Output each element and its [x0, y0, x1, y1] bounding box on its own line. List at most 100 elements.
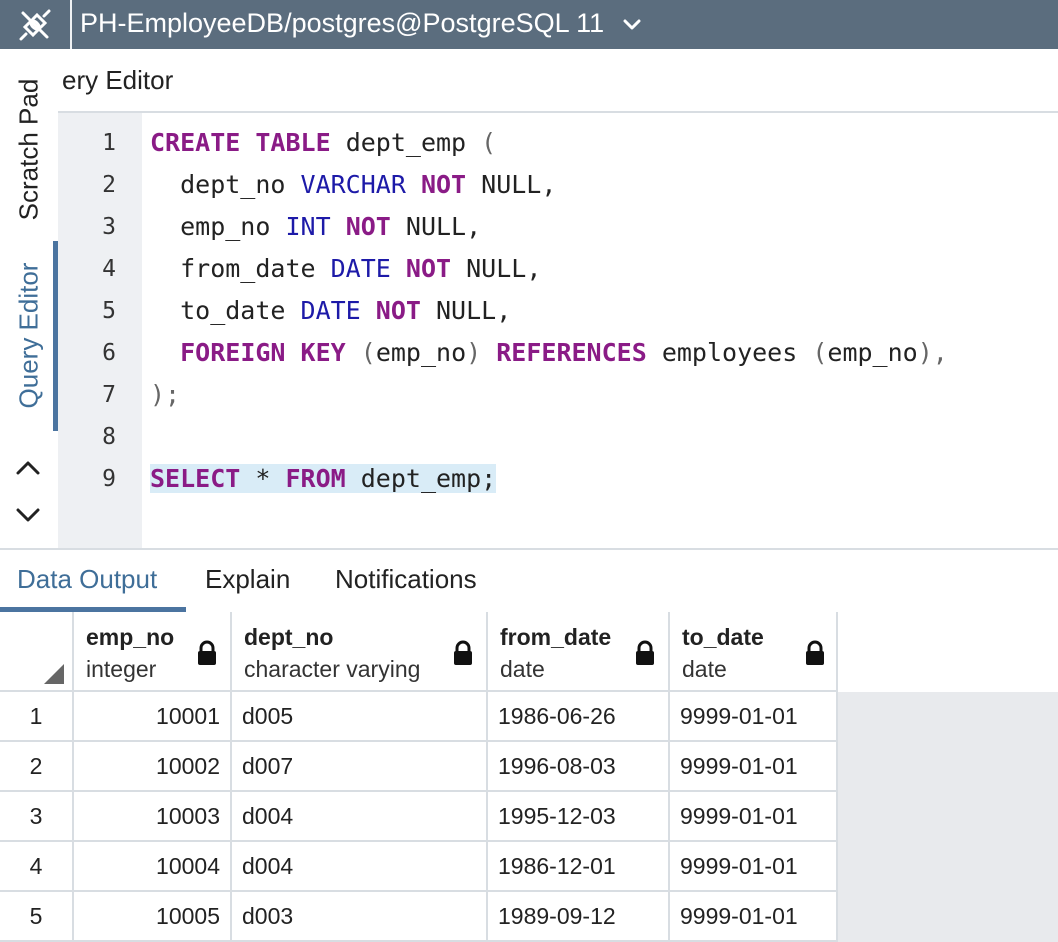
cell-dept-no[interactable]: d007: [232, 742, 488, 792]
cell-emp-no[interactable]: 10003: [74, 792, 232, 842]
grid-empty-area: [838, 692, 1058, 942]
sql-operator: *: [240, 464, 286, 493]
column-type: integer: [86, 656, 157, 682]
code-line-7[interactable]: );: [150, 374, 180, 416]
line-number: 4: [102, 256, 116, 282]
sql-text: NULL,: [451, 254, 542, 283]
tab-notifications[interactable]: Notifications: [335, 564, 477, 595]
row-number[interactable]: 3: [0, 792, 74, 842]
sql-punctuation: ): [466, 338, 482, 367]
cell-to-date[interactable]: 9999-01-01: [670, 742, 838, 792]
table-row[interactable]: 5 10005 d003 1989-09-12 9999-01-01: [0, 892, 838, 942]
table-row[interactable]: 2 10002 d007 1996-08-03 9999-01-01: [0, 742, 838, 792]
cell-to-date[interactable]: 9999-01-01: [670, 842, 838, 892]
cell-to-date[interactable]: 9999-01-01: [670, 892, 838, 942]
column-name: emp_no: [86, 624, 175, 650]
code-line-6[interactable]: FOREIGN KEY (emp_no) REFERENCES employee…: [150, 332, 948, 374]
line-number: 8: [102, 424, 116, 450]
column-type: date: [682, 656, 727, 682]
cell-to-date[interactable]: 9999-01-01: [670, 792, 838, 842]
lock-icon: [454, 640, 472, 665]
column-header-from-date[interactable]: from_date date: [488, 612, 670, 692]
cell-from-date[interactable]: 1986-12-01: [488, 842, 670, 892]
cell-dept-no[interactable]: d004: [232, 792, 488, 842]
sql-identifier: emp_no: [827, 338, 918, 367]
lock-icon: [198, 640, 216, 665]
sql-type: INT: [285, 212, 331, 241]
table-row[interactable]: 1 10001 d005 1986-06-26 9999-01-01: [0, 692, 838, 742]
chevron-up-icon[interactable]: [14, 456, 42, 480]
side-tab-strip: Scratch Pad Query Editor: [0, 49, 58, 548]
column-header-emp-no[interactable]: emp_no integer: [74, 612, 232, 692]
table-row[interactable]: 3 10003 d004 1995-12-03 9999-01-01: [0, 792, 838, 842]
row-number[interactable]: 2: [0, 742, 74, 792]
cell-to-date[interactable]: 9999-01-01: [670, 692, 838, 742]
sql-keyword: NOT: [420, 170, 467, 199]
sql-keyword: CREATE: [150, 128, 241, 157]
select-all-icon[interactable]: [44, 664, 64, 684]
sql-type: DATE: [330, 254, 391, 283]
cell-emp-no[interactable]: 10005: [74, 892, 232, 942]
query-editor-header: ery Editor: [58, 49, 1058, 113]
code-line-1[interactable]: CREATE TABLE dept_emp (: [150, 122, 496, 164]
line-number: 9: [102, 466, 116, 492]
code-line-9[interactable]: SELECT * FROM dept_emp;: [150, 458, 497, 500]
cell-from-date[interactable]: 1996-08-03: [488, 742, 670, 792]
column-type: character varying: [244, 656, 421, 682]
sql-punctuation: (: [481, 128, 497, 157]
sql-keyword: TABLE: [255, 128, 331, 157]
sql-punctuation: ),: [917, 338, 948, 367]
tab-explain[interactable]: Explain: [205, 564, 290, 595]
chevron-down-icon[interactable]: [622, 15, 642, 35]
sql-identifier: dept_no: [150, 170, 301, 199]
column-name: dept_no: [244, 624, 334, 650]
row-number[interactable]: 5: [0, 892, 74, 942]
sql-keyword: NOT: [345, 212, 391, 241]
row-number[interactable]: 1: [0, 692, 74, 742]
cell-dept-no[interactable]: d005: [232, 692, 488, 742]
cell-emp-no[interactable]: 10001: [74, 692, 232, 742]
cell-from-date[interactable]: 1989-09-12: [488, 892, 670, 942]
column-header-dept-no[interactable]: dept_no character varying: [232, 612, 488, 692]
topbar-divider: [70, 0, 72, 49]
table-row[interactable]: 4 10004 d004 1986-12-01 9999-01-01: [0, 842, 838, 892]
selected-text[interactable]: SELECT * FROM dept_emp;: [150, 464, 497, 493]
chevron-down-icon[interactable]: [14, 503, 42, 527]
code-line-4[interactable]: from_date DATE NOT NULL,: [150, 248, 541, 290]
line-number: 3: [102, 214, 116, 240]
tab-query-editor[interactable]: Query Editor: [0, 241, 58, 429]
column-name: from_date: [500, 624, 612, 650]
sql-type: VARCHAR: [300, 170, 406, 199]
sql-text: NULL,: [390, 212, 482, 241]
tab-data-output[interactable]: Data Output: [17, 564, 157, 595]
tab-query-editor-label: Query Editor: [13, 262, 44, 408]
cell-from-date[interactable]: 1986-06-26: [488, 692, 670, 742]
sql-keyword: REFERENCES: [496, 338, 647, 367]
cell-dept-no[interactable]: d004: [232, 842, 488, 892]
sql-punctuation: (: [812, 338, 828, 367]
cell-dept-no[interactable]: d003: [232, 892, 488, 942]
column-name: to_date: [682, 624, 764, 650]
grid-corner-cell[interactable]: [0, 612, 74, 692]
row-number[interactable]: 4: [0, 842, 74, 892]
code-line-3[interactable]: emp_no INT NOT NULL,: [150, 206, 481, 248]
sql-text: NULL,: [420, 296, 512, 325]
line-number: 7: [102, 382, 116, 408]
output-tab-bar: Data Output Explain Notifications: [0, 548, 1058, 612]
line-number: 1: [102, 130, 116, 156]
sql-indent: [150, 338, 180, 367]
sql-identifier: dept_emp;: [345, 464, 497, 493]
column-header-to-date[interactable]: to_date date: [670, 612, 838, 692]
code-line-2[interactable]: dept_no VARCHAR NOT NULL,: [150, 164, 556, 206]
sql-keyword: FROM: [285, 464, 346, 493]
cell-emp-no[interactable]: 10004: [74, 842, 232, 892]
lock-icon: [806, 640, 824, 665]
tab-scratch-pad[interactable]: Scratch Pad: [0, 59, 58, 239]
sql-type: DATE: [300, 296, 361, 325]
sql-editor[interactable]: 1 2 3 4 5 6 7 8 9 CREATE TABLE dept_emp …: [58, 113, 1058, 548]
cell-from-date[interactable]: 1995-12-03: [488, 792, 670, 842]
cell-emp-no[interactable]: 10002: [74, 742, 232, 792]
connection-title[interactable]: PH-EmployeeDB/postgres@PostgreSQL 11: [80, 8, 604, 39]
plug-disconnect-icon[interactable]: [0, 0, 70, 49]
code-line-5[interactable]: to_date DATE NOT NULL,: [150, 290, 511, 332]
